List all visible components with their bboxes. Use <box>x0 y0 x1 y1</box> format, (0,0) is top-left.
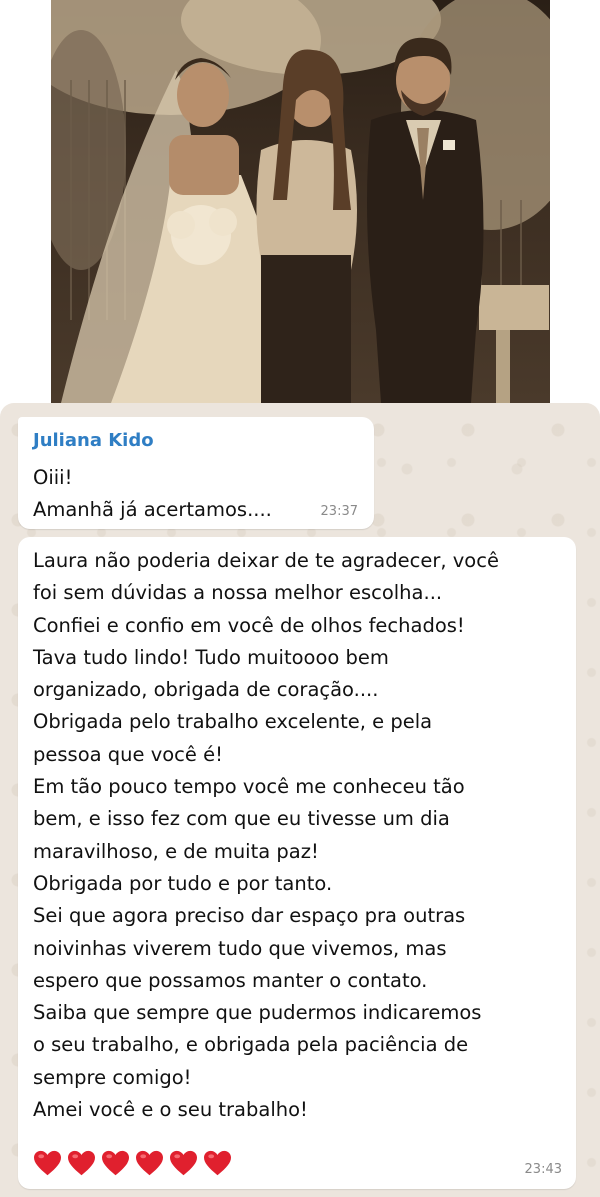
message-text: Laura não poderia deixar de te agradecer… <box>33 545 566 1126</box>
message-line: Confiei e confio em você de olhos fechad… <box>33 613 465 637</box>
message-timestamp: 23:43 <box>524 1162 562 1177</box>
message-line: espero que possamos manter o contato. <box>33 968 428 992</box>
heart-icon <box>170 1150 197 1176</box>
message-line: Saiba que sempre que pudermos indicaremo… <box>33 1001 482 1025</box>
message-line: Amei você e o seu trabalho! <box>33 1098 308 1122</box>
message-line: Sei que agora preciso dar espaço pra out… <box>33 904 466 928</box>
message-line: maravilhoso, e de muita paz! <box>33 839 319 863</box>
wedding-photo <box>51 0 550 403</box>
message-line: o seu trabalho, e obrigada pela paciênci… <box>33 1033 469 1057</box>
message-line: Amanhã já acertamos.... <box>33 498 272 521</box>
message-line: noivinhas viverem tudo que vivemos, mas <box>33 936 447 960</box>
heart-icon <box>204 1150 231 1176</box>
chat-conversation[interactable]: Juliana Kido Oiii! Amanhã já acertamos..… <box>0 403 600 1197</box>
heart-emoji-row <box>33 1150 232 1177</box>
wedding-photo-image <box>51 0 550 403</box>
message-line: pessoa que você é! <box>33 742 223 766</box>
message-line: foi sem dúvidas a nossa melhor escolha..… <box>33 581 443 605</box>
heart-icon <box>68 1150 95 1176</box>
message-bubble-1: Juliana Kido Oiii! Amanhã já acertamos..… <box>18 417 374 529</box>
sender-name[interactable]: Juliana Kido <box>33 430 154 451</box>
message-line: bem, e isso fez com que eu tivesse um di… <box>33 807 450 831</box>
message-timestamp: 23:37 <box>320 504 358 519</box>
message-bubble-2: Laura não poderia deixar de te agradecer… <box>18 537 576 1189</box>
message-line: Em tão pouco tempo você me conheceu tão <box>33 775 465 799</box>
heart-icon <box>102 1150 129 1176</box>
message-line: sempre comigo! <box>33 1065 192 1089</box>
message-line: Laura não poderia deixar de te agradecer… <box>33 549 499 572</box>
heart-icon <box>34 1150 61 1176</box>
message-line: Obrigada por tudo e por tanto. <box>33 871 333 895</box>
message-line: Tava tudo lindo! Tudo muitoooo bem <box>33 645 389 669</box>
message-line: organizado, obrigada de coração.... <box>33 678 379 702</box>
message-line: Obrigada pelo trabalho excelente, e pela <box>33 710 433 734</box>
message-line: Oiii! <box>33 466 73 489</box>
heart-icon <box>136 1150 163 1176</box>
